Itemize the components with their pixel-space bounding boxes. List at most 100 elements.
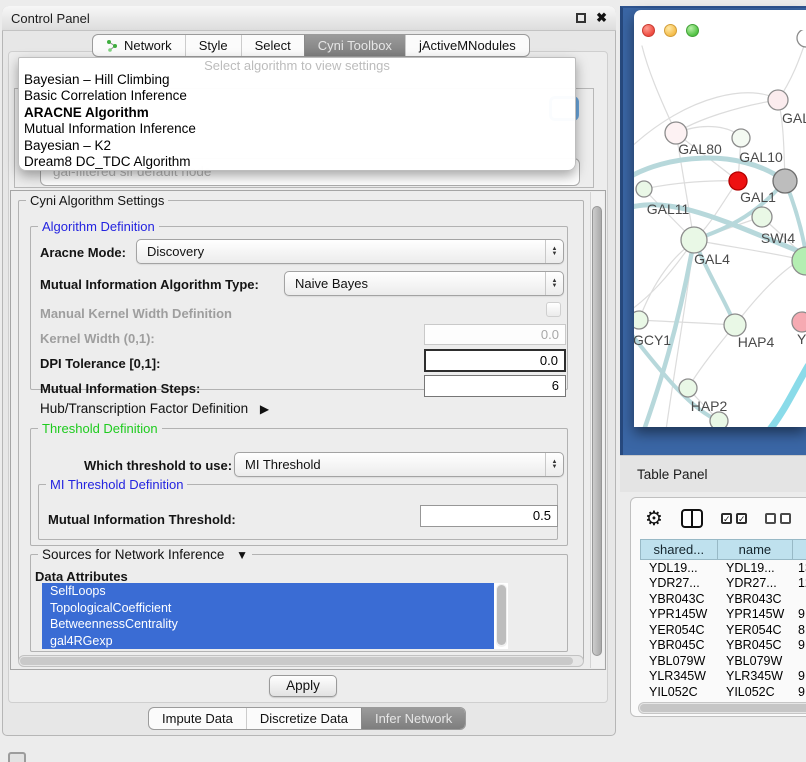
float-window-icon[interactable]	[576, 13, 586, 23]
network-node-hap4[interactable]	[724, 314, 746, 336]
table-row[interactable]: YBL079WYBL079W	[640, 653, 806, 669]
tab-select[interactable]: Select	[241, 35, 304, 56]
mi-algorithm-type-combobox[interactable]: Naive Bayes ▲▼	[284, 271, 564, 296]
table-row[interactable]: YDL19...YDL19...13	[640, 560, 806, 576]
checkbox-unchecked-icon	[780, 513, 791, 524]
attribute-list-item[interactable]: gal4RGexp	[42, 633, 494, 650]
mi-threshold-field[interactable]: 0.5	[420, 505, 558, 527]
table-row[interactable]: YDR27...YDR27...12	[640, 576, 806, 592]
column-header-shared-name[interactable]: shared...	[640, 540, 717, 559]
table-row[interactable]: YER054CYER054C8.	[640, 622, 806, 638]
algorithm-option[interactable]: Bayesian – K2	[19, 138, 575, 154]
table-row[interactable]: YBR043CYBR043C	[640, 591, 806, 607]
expanded-arrow-icon: ▼	[236, 548, 248, 562]
which-threshold-combobox[interactable]: MI Threshold ▲▼	[234, 452, 564, 477]
network-edge	[735, 264, 794, 325]
algorithm-option[interactable]: Bayesian – Hill Climbing	[19, 72, 575, 88]
tab-impute-data-label: Impute Data	[162, 711, 233, 726]
network-node[interactable]	[710, 412, 728, 427]
column-header-name[interactable]: name	[717, 540, 793, 559]
network-node-gal8[interactable]	[768, 90, 788, 110]
network-edge	[639, 320, 735, 325]
apply-button[interactable]: Apply	[269, 675, 337, 697]
sources-expander[interactable]: Sources for Network Inference ▼	[38, 547, 252, 562]
network-node-gal11[interactable]	[636, 181, 652, 197]
table-row[interactable]: YBR045CYBR045C9.	[640, 638, 806, 654]
table-cell: YDR27...	[640, 576, 717, 590]
gear-icon[interactable]: ⚙	[645, 509, 663, 529]
table-cell: YBR043C	[640, 592, 717, 606]
network-node-gal4[interactable]	[681, 227, 707, 253]
table-rows: YDL19...YDL19...13YDR27...YDR27...12YBR0…	[640, 560, 806, 700]
settings-horizontal-scrollbar[interactable]	[18, 655, 584, 667]
split-columns-icon[interactable]	[681, 509, 703, 528]
network-icon	[106, 39, 119, 52]
mi-threshold-label: Mutual Information Threshold:	[48, 512, 236, 527]
aracne-mode-value: Discovery	[147, 244, 545, 259]
network-node-gcy1[interactable]	[634, 311, 648, 329]
network-edge	[642, 46, 676, 133]
control-panel-tabbar: Network Style Select Cyni Toolbox jActiv…	[92, 34, 530, 57]
table-panel-title: Table Panel	[637, 467, 708, 482]
table-row[interactable]: YIL052CYIL052C9.	[640, 684, 806, 700]
data-attributes-list[interactable]: SelfLoopsTopologicalCoefficientBetweenne…	[42, 583, 508, 649]
manual-kernel-width-checkbox[interactable]	[546, 302, 561, 317]
network-node-hap2[interactable]	[679, 379, 697, 397]
network-node-label: GAL80	[678, 141, 722, 157]
network-node-gal1[interactable]	[752, 207, 772, 227]
network-node[interactable]	[773, 169, 797, 193]
algorithm-option[interactable]: Basic Correlation Inference	[19, 88, 575, 104]
attribute-list-item[interactable]: BetweennessCentrality	[42, 616, 494, 633]
tab-discretize-data-label: Discretize Data	[260, 711, 348, 726]
attributes-scrollbar[interactable]	[496, 584, 507, 647]
attribute-list-item[interactable]: SelfLoops	[42, 583, 494, 600]
network-node-label: HAP4	[738, 334, 775, 350]
sources-title: Sources for Network Inference	[42, 547, 224, 562]
algorithm-popup-items: Bayesian – Hill ClimbingBasic Correlatio…	[19, 72, 575, 170]
attributes-scrollbar-thumb[interactable]	[497, 585, 506, 645]
tab-discretize-data[interactable]: Discretize Data	[246, 708, 361, 729]
tab-network[interactable]: Network	[93, 35, 185, 56]
dpi-tolerance-field[interactable]: 0.0	[424, 349, 566, 372]
network-edge	[768, 366, 806, 427]
table-cell: 9.	[793, 607, 806, 621]
settings-horizontal-scrollbar-thumb[interactable]	[20, 657, 573, 665]
bottom-left-panel-fragment	[8, 752, 26, 762]
tab-impute-data[interactable]: Impute Data	[149, 708, 246, 729]
attribute-list-item[interactable]: TopologicalCoefficient	[42, 600, 494, 617]
table-horizontal-scrollbar-thumb[interactable]	[640, 704, 806, 712]
checkbox-unchecked-icon	[765, 513, 776, 524]
table-row[interactable]: YLR345WYLR345W9.	[640, 669, 806, 685]
tab-infer-network[interactable]: Infer Network	[361, 708, 465, 729]
mi-threshold-definition-title: MI Threshold Definition	[46, 477, 187, 492]
network-canvas[interactable]: GAL8GAL80GAL10GAL1GAL11GAL4SWI4YHAP4GCY1…	[634, 30, 806, 427]
network-node-y[interactable]	[792, 312, 806, 332]
network-edge	[688, 325, 735, 388]
control-panel-titlebar: Control Panel ✖	[2, 6, 616, 31]
unchecked-checkboxes-icon[interactable]	[765, 513, 791, 524]
table-horizontal-scrollbar[interactable]	[638, 702, 806, 714]
kernel-width-field[interactable]: 0.0	[424, 324, 566, 345]
tab-jactivemnodules[interactable]: jActiveMNodules	[405, 35, 529, 56]
table-panel-header: Table Panel	[620, 455, 806, 492]
tab-style[interactable]: Style	[185, 35, 241, 56]
mi-steps-field[interactable]: 6	[424, 375, 566, 397]
aracne-mode-combobox[interactable]: Discovery ▲▼	[136, 239, 564, 264]
table-row[interactable]: YPR145WYPR145W9.	[640, 607, 806, 623]
settings-vertical-scrollbar-thumb[interactable]	[592, 206, 602, 656]
tab-cyni-toolbox[interactable]: Cyni Toolbox	[304, 35, 405, 56]
algorithm-option[interactable]: ARACNE Algorithm	[19, 105, 575, 121]
network-node-label: GAL4	[694, 251, 730, 267]
network-node-gal10[interactable]	[732, 129, 750, 147]
network-node[interactable]	[729, 172, 747, 190]
close-icon[interactable]: ✖	[596, 13, 607, 23]
column-header-partial[interactable]: A	[792, 540, 806, 559]
checked-checkboxes-icon[interactable]: ✓ ✓	[721, 513, 747, 524]
network-node[interactable]	[797, 30, 806, 47]
hub-definition-expander[interactable]: Hub/Transcription Factor Definition ▶	[40, 401, 269, 416]
algorithm-option[interactable]: Dream8 DC_TDC Algorithm	[19, 154, 575, 170]
algorithm-option[interactable]: Mutual Information Inference	[19, 121, 575, 137]
network-edge	[644, 181, 738, 189]
table-cell: 9.	[793, 685, 806, 699]
hub-definition-label: Hub/Transcription Factor Definition	[40, 401, 248, 416]
